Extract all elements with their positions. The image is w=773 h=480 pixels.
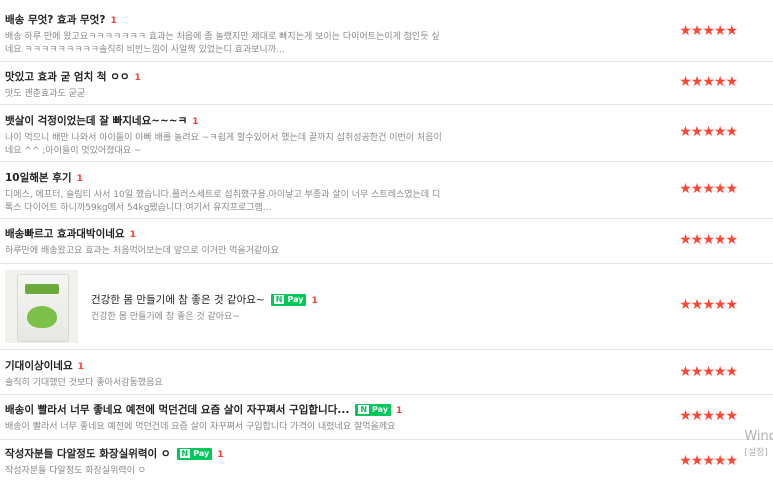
npay-badge: N Pay <box>355 404 392 416</box>
review-body: 하루만에 배송왔고요 효과는 처음먹어보는데 앞으로 이거만 먹을거같아요 <box>5 246 279 256</box>
review-title[interactable]: 기대이상이네요 1 <box>5 350 773 374</box>
review-title-text: 뱃살이 걱정이었는데 잘 빠지네요~~~ㅋ <box>5 115 188 127</box>
review-title[interactable]: 배송빠르고 효과대박이네요 1 <box>5 219 773 242</box>
npay-n-icon: N <box>273 295 285 304</box>
rating-stars: ★★★★★ <box>679 74 738 90</box>
review-item[interactable]: 배송빠르고 효과대박이네요 1 하루만에 배송왔고요 효과는 처음먹어보는데 앞으… <box>0 219 773 264</box>
watermark-line2: [설정] <box>744 448 768 458</box>
review-title[interactable]: 배송이 빨라서 너무 좋네요 예전에 먹던건데 요즘 살이 자꾸쪄서 구입합니다… <box>5 395 773 418</box>
review-item[interactable]: 배송 무엇? 효과 무엇? 1 배송 하루 만에 왔고요ㅋㅋㅋㅋㅋㅋㅋ 효과는 처… <box>0 0 773 62</box>
npay-label: Pay <box>193 449 210 458</box>
review-count: 1 <box>396 406 403 416</box>
review-title[interactable]: 맛있고 효과 굳 엄치 척 ㅇㅇ 1 <box>5 62 773 85</box>
review-count: 1 <box>110 16 117 26</box>
npay-label: Pay <box>372 405 389 414</box>
review-body: 나이 먹으니 배만 나와서 아이들이 아빠 배를 놀려요 ~ㅋ쉽게 할수있어서 … <box>5 133 442 156</box>
watermark-line1: Wind <box>744 429 773 444</box>
review-title[interactable]: 작성자분들 다알정도 화장실위력이 ㅇ N Pay 1 <box>5 440 773 462</box>
review-count: 1 <box>77 362 84 372</box>
npay-n-icon: N <box>179 449 191 458</box>
review-title-text: 건강한 몸 만들기에 참 좋은 것 같아요~ <box>91 294 265 306</box>
review-body: 디에스, 에프터, 슬림티 사서 10일 했습니다.플러스세트로 섭취했구용.아… <box>5 190 441 213</box>
review-title[interactable]: 뱃살이 걱정이었는데 잘 빠지네요~~~ㅋ 1 <box>5 105 773 129</box>
rating-stars: ★★★★★ <box>679 181 738 197</box>
npay-label: Pay <box>287 295 304 304</box>
rating-stars: ★★★★★ <box>679 453 738 469</box>
review-title-text: 기대이상이네요 <box>5 360 73 372</box>
review-count: 1 <box>129 230 136 240</box>
review-count: 1 <box>311 296 318 306</box>
review-count: 1 <box>76 174 83 184</box>
rating-stars: ★★★★★ <box>679 23 738 39</box>
rating-stars: ★★★★★ <box>679 232 738 248</box>
review-item[interactable]: 뱃살이 걱정이었는데 잘 빠지네요~~~ㅋ 1 나이 먹으니 배만 나와서 아이들… <box>0 105 773 162</box>
leaf-graphic <box>27 306 57 328</box>
review-item[interactable]: 맛있고 효과 굳 엄치 척 ㅇㅇ 1 맛도 괜춘효과도 굳굳 ★★★★★ <box>0 62 773 105</box>
review-title-text: 10일해본 후기 <box>5 172 72 184</box>
rating-stars: ★★★★★ <box>679 364 738 380</box>
review-body: 배송이 빨라서 너무 좋네요 예전에 먹던건데 요즘 살이 자꾸쪄서 구입합니다… <box>5 422 396 432</box>
review-title[interactable]: 건강한 몸 만들기에 참 좋은 것 같아요~ N Pay 1 <box>91 293 531 308</box>
rating-stars: ★★★★★ <box>679 297 738 313</box>
npay-badge: N Pay <box>270 294 307 306</box>
review-body: 작성자분들 다알정도 화장실위력이 ㅇ <box>5 466 147 476</box>
review-count: 1 <box>134 73 141 83</box>
review-title-text: 배송이 빨라서 너무 좋네요 예전에 먹던건데 요즘 살이 자꾸쪄서 구입합니다… <box>5 404 350 416</box>
review-photo-thumbnail[interactable] <box>5 270 78 343</box>
review-title[interactable]: 10일해본 후기 1 <box>5 162 773 186</box>
review-body: 맛도 괜춘효과도 굳굳 <box>5 89 86 99</box>
review-item[interactable]: 기대이상이네요 1 솔직히 기대했던 것보다 좋아서감동했음요 ★★★★★ <box>0 350 773 395</box>
review-title-text: 맛있고 효과 굳 엄치 척 ㅇㅇ <box>5 71 130 83</box>
review-item[interactable]: 10일해본 후기 1 디에스, 에프터, 슬림티 사서 10일 했습니다.플러스세… <box>0 162 773 219</box>
product-label-shape <box>25 284 59 294</box>
review-body: 건강한 몸 만들기에 참 좋은 것 같아요~ <box>91 312 240 322</box>
review-item[interactable]: 건강한 몸 만들기에 참 좋은 것 같아요~ N Pay 1 건강한 몸 만들기에 참… <box>0 264 773 350</box>
review-count: 1 <box>192 117 199 127</box>
review-item[interactable]: 작성자분들 다알정도 화장실위력이 ㅇ N Pay 1 작성자분들 다알정도 화장실위… <box>0 440 773 480</box>
review-title-text: 배송빠르고 효과대박이네요 <box>5 228 125 240</box>
review-title[interactable]: 배송 무엇? 효과 무엇? 1 <box>5 0 773 28</box>
rating-stars: ★★★★★ <box>679 124 738 140</box>
rating-stars: ★★★★★ <box>679 408 738 424</box>
review-title-text: 작성자분들 다알정도 화장실위력이 ㅇ <box>5 448 171 460</box>
review-count: 1 <box>217 450 224 460</box>
windows-activation-watermark: Wind [설정] <box>744 429 773 461</box>
review-body: 솔직히 기대했던 것보다 좋아서감동했음요 <box>5 378 163 388</box>
review-list: 배송 무엇? 효과 무엇? 1 배송 하루 만에 왔고요ㅋㅋㅋㅋㅋㅋㅋ 효과는 처… <box>0 0 773 480</box>
npay-n-icon: N <box>358 405 370 414</box>
npay-badge: N Pay <box>176 448 213 460</box>
review-title-text: 배송 무엇? 효과 무엇? <box>5 14 106 26</box>
review-item[interactable]: 배송이 빨라서 너무 좋네요 예전에 먹던건데 요즘 살이 자꾸쪄서 구입합니다… <box>0 395 773 440</box>
review-body: 배송 하루 만에 왔고요ㅋㅋㅋㅋㅋㅋㅋ 효과는 처음에 좀 놀랬지만 제대로 빠… <box>5 32 440 55</box>
